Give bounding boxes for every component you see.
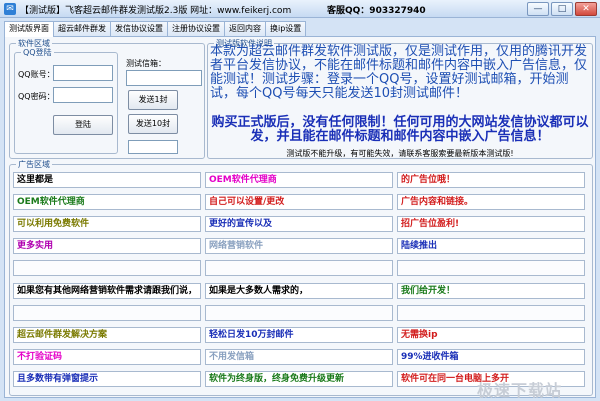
ad-slot[interactable]: 招广告位盈利! — [397, 216, 585, 233]
main-panel: 软件区域 QQ登陆 QQ账号： QQ密码： 登陆 测试信箱： 发送1封 发送10… — [4, 36, 596, 400]
qq-number-label: QQ账号： — [18, 70, 55, 79]
ad-slot[interactable] — [13, 304, 201, 321]
ad-slot[interactable]: 超云邮件群发解决方案 — [13, 326, 201, 343]
send-1-button[interactable]: 发送1封 — [128, 90, 178, 110]
ad-slot[interactable]: 网络营销软件 — [205, 238, 393, 255]
ad-slot[interactable]: 不打验证码 — [13, 348, 201, 365]
tab-bar: 测试版界面 超云邮件群发 发信协议设置 注册协议设置 返回内容 换ip设置 — [4, 21, 307, 37]
ad-slot[interactable]: 99%进收件箱 — [397, 348, 585, 365]
ad-slot[interactable]: 且多数带有弹窗提示 — [13, 370, 201, 387]
maximize-button[interactable]: □ — [551, 2, 573, 16]
ad-slot[interactable]: 更多实用 — [13, 238, 201, 255]
qq-login-group: QQ登陆 QQ账号： QQ密码： 登陆 — [14, 47, 118, 154]
ad-slot[interactable] — [205, 304, 393, 321]
notice-upgrade-pitch: 购买正式版后，没有任何限制！任何可用的大网站发信协议都可以发，并且能在邮件标题和… — [211, 115, 589, 144]
minimize-button[interactable]: — — [527, 2, 549, 16]
qq-password-label: QQ密码： — [18, 92, 55, 101]
ad-slot[interactable]: 陆续推出 — [397, 238, 585, 255]
ad-slot[interactable]: 不用发信箱 — [205, 348, 393, 365]
status-field — [128, 140, 178, 154]
title-bar: ✉ 【测试版】飞客超云邮件群发测试版2.3版 网址：www.feikerj.co… — [0, 0, 600, 18]
ad-slot[interactable]: 更好的宣传以及 — [205, 216, 393, 233]
ad-slot[interactable]: 软件为终身版，终身免费升级更新 — [205, 370, 393, 387]
send-10-button[interactable]: 发送10封 — [128, 114, 178, 134]
tab-mass-mailing[interactable]: 超云邮件群发 — [53, 21, 111, 36]
ad-slot[interactable]: 这里都是 — [13, 172, 201, 188]
window-controls: — □ ✕ — [527, 2, 597, 16]
software-group: 软件区域 QQ登陆 QQ账号： QQ密码： 登陆 测试信箱： 发送1封 发送10… — [9, 38, 205, 159]
test-email-label: 测试信箱： — [126, 59, 166, 68]
login-button[interactable]: 登陆 — [53, 115, 113, 135]
ad-slot[interactable]: 自己可以设置/更改 — [205, 194, 393, 211]
ad-slot[interactable]: 可以利用免费软件 — [13, 216, 201, 233]
notice-footnote: 测试版不能升级，有可能失效，请联系客服索要最新版本测试版! — [286, 149, 514, 158]
qq-number-input[interactable] — [53, 65, 113, 81]
ad-slot[interactable] — [397, 304, 585, 321]
ad-group-title: 广告区域 — [16, 159, 52, 170]
notice-description: 本款为超云邮件群发软件测试版，仅是测试作用，仅用的腾讯开发者平台发信协议，不能在… — [210, 44, 588, 101]
support-qq-label: 客服QQ：903327940 — [327, 6, 426, 16]
ad-slot[interactable]: OEM软件代理商 — [205, 172, 393, 188]
notice-text-area: 本款为超云邮件群发软件测试版，仅是测试作用，仅用的腾讯开发者平台发信协议，不能在… — [210, 44, 590, 159]
app-icon: ✉ — [4, 3, 16, 15]
tab-return-content[interactable]: 返回内容 — [224, 21, 266, 36]
ad-slot[interactable]: 如果是大多数人需求的， — [205, 282, 393, 299]
ad-slot[interactable] — [13, 260, 201, 277]
ad-slot[interactable]: 无需换ip — [397, 326, 585, 343]
ad-slot[interactable]: OEM软件代理商 — [13, 194, 201, 211]
tab-send-protocol[interactable]: 发信协议设置 — [110, 21, 168, 36]
ad-slot[interactable]: 如果您有其他网络营销软件需求请跟我们说， — [13, 282, 201, 299]
close-button[interactable]: ✕ — [575, 2, 597, 16]
watermark: 极速下载站 — [477, 381, 563, 400]
ad-slot[interactable] — [397, 260, 585, 277]
tab-ip-settings[interactable]: 换ip设置 — [265, 21, 307, 36]
ad-slot[interactable]: 广告内容和链接。 — [397, 194, 585, 211]
qq-password-input[interactable] — [53, 87, 113, 103]
ad-slot[interactable] — [205, 260, 393, 277]
ad-slot[interactable]: 我们给开发！ — [397, 282, 585, 299]
ad-slot[interactable]: 轻松日发10万封邮件 — [205, 326, 393, 343]
qq-login-group-title: QQ登陆 — [21, 47, 54, 58]
window-title: 【测试版】飞客超云邮件群发测试版2.3版 网址：www.feikerj.com — [20, 6, 292, 16]
ad-slot[interactable]: 的广告位哦！ — [397, 172, 585, 188]
tab-register-protocol[interactable]: 注册协议设置 — [167, 21, 225, 36]
test-email-input[interactable] — [126, 70, 202, 86]
tab-test-version[interactable]: 测试版界面 — [4, 21, 54, 37]
